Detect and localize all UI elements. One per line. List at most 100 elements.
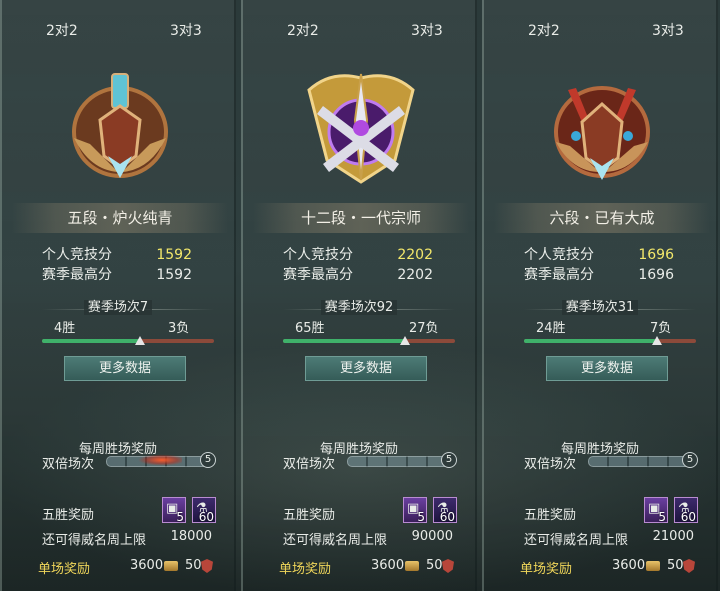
rank-banner: 六段・已有大成 bbox=[494, 203, 710, 233]
tab-3v3[interactable]: 3对3 bbox=[411, 20, 443, 40]
win-ratio-fill bbox=[283, 339, 405, 343]
reward-chest-icon[interactable]: ▣ 5 bbox=[403, 497, 427, 524]
personal-score-row: 个人竞技分 1592 bbox=[42, 245, 192, 265]
tab-2v2[interactable]: 2对2 bbox=[287, 20, 319, 40]
rank-banner: 五段・炉火纯青 bbox=[12, 203, 228, 233]
season-matches: 赛季场次31 bbox=[484, 299, 716, 317]
rank-name: 五段・炉火纯青 bbox=[67, 209, 173, 227]
reward-potion-count: 60 bbox=[680, 510, 696, 524]
wins-count: 4胜 bbox=[54, 321, 76, 336]
losses-count: 27负 bbox=[409, 321, 439, 336]
win-ratio-fill bbox=[524, 339, 658, 343]
wins-count: 24胜 bbox=[536, 321, 566, 336]
double-active-flame-icon bbox=[122, 452, 182, 468]
reward-potion-icon[interactable]: ⚗ 60 bbox=[674, 497, 698, 524]
double-matches-label: 双倍场次 bbox=[42, 457, 95, 472]
season-matches: 赛季场次92 bbox=[243, 299, 475, 317]
reward-potion-icon[interactable]: ⚗ 60 bbox=[433, 497, 457, 524]
double-matches-label: 双倍场次 bbox=[524, 457, 577, 472]
personal-score-row: 个人竞技分 1696 bbox=[524, 245, 674, 265]
mode-tabs: 2对2 3对3 bbox=[484, 20, 716, 42]
tab-3v3[interactable]: 3对3 bbox=[652, 20, 684, 40]
personal-score-label: 个人竞技分 bbox=[283, 247, 353, 263]
tab-3v3[interactable]: 3对3 bbox=[170, 20, 202, 40]
five-win-reward-label: 五胜奖励 bbox=[524, 508, 577, 523]
personal-score-row: 个人竞技分 2202 bbox=[283, 245, 433, 265]
rank-emblem-icon bbox=[542, 60, 662, 190]
single-reward-label: 单场奖励 bbox=[38, 562, 91, 577]
weekly-reward-title: 每周胜场奖励 bbox=[560, 442, 639, 457]
season-high-label: 赛季最高分 bbox=[283, 267, 353, 283]
reward-chest-count: 5 bbox=[176, 510, 184, 524]
single-honor-value: 50 bbox=[185, 558, 202, 573]
gold-ingot-icon bbox=[164, 561, 178, 571]
mode-tabs: 2对2 3对3 bbox=[2, 20, 234, 42]
rank-panel-1: 2对2 3对3 五段・炉火纯青 个人竞技分 1592 赛季最高分 1592 赛季… bbox=[0, 0, 236, 591]
rank-banner: 十二段・一代宗师 bbox=[253, 203, 469, 233]
reward-potion-icon[interactable]: ⚗ 60 bbox=[192, 497, 216, 524]
double-matches-track bbox=[347, 456, 451, 467]
gold-ingot-icon bbox=[405, 561, 419, 571]
more-data-button[interactable]: 更多数据 bbox=[546, 356, 668, 381]
season-matches: 赛季场次7 bbox=[2, 299, 234, 317]
rank-emblem-icon bbox=[60, 60, 180, 190]
rank-panel-2: 2对2 3对3 十二段・一代宗师 个人竞技分 2202 赛季最高分 2202 赛… bbox=[241, 0, 477, 591]
rank-name: 六段・已有大成 bbox=[549, 209, 655, 227]
weekly-cap-label: 还可得威名周上限 bbox=[524, 533, 629, 548]
win-loss-bar bbox=[524, 336, 696, 345]
single-gold-value: 3600 bbox=[371, 558, 405, 573]
personal-score-value: 2202 bbox=[397, 247, 433, 263]
double-matches-track bbox=[588, 456, 692, 467]
double-matches-count: 5 bbox=[200, 452, 216, 468]
weekly-cap-value: 21000 bbox=[652, 529, 694, 544]
mode-tabs: 2对2 3对3 bbox=[243, 20, 475, 42]
reward-chest-count: 5 bbox=[417, 510, 425, 524]
rank-name: 十二段・一代宗师 bbox=[300, 209, 421, 227]
single-reward-label: 单场奖励 bbox=[279, 562, 332, 577]
single-reward-label: 单场奖励 bbox=[520, 562, 573, 577]
five-win-reward-label: 五胜奖励 bbox=[42, 508, 95, 523]
season-matches-text: 赛季场次31 bbox=[561, 300, 639, 315]
reward-potion-count: 60 bbox=[198, 510, 214, 524]
tab-2v2[interactable]: 2对2 bbox=[46, 20, 78, 40]
reward-chest-icon[interactable]: ▣ 5 bbox=[162, 497, 186, 524]
season-matches-text: 赛季场次7 bbox=[83, 300, 153, 315]
tab-2v2[interactable]: 2对2 bbox=[528, 20, 560, 40]
weekly-reward-title: 每周胜场奖励 bbox=[319, 442, 398, 457]
season-high-value: 2202 bbox=[397, 267, 433, 283]
season-matches-text: 赛季场次92 bbox=[320, 300, 398, 315]
more-data-button[interactable]: 更多数据 bbox=[64, 356, 186, 381]
double-matches-label: 双倍场次 bbox=[283, 457, 336, 472]
single-honor-value: 50 bbox=[426, 558, 443, 573]
losses-count: 3负 bbox=[168, 321, 190, 336]
honor-shield-icon bbox=[442, 559, 454, 573]
win-ratio-marker-icon bbox=[135, 336, 146, 345]
honor-shield-icon bbox=[683, 559, 695, 573]
win-ratio-fill bbox=[42, 339, 141, 343]
win-ratio-marker-icon bbox=[399, 336, 410, 345]
rank-panel-3: 2对2 3对3 六段・已有大成 个人竞技分 1696 赛季最高分 1696 赛季… bbox=[482, 0, 718, 591]
season-high-row: 赛季最高分 2202 bbox=[283, 265, 433, 285]
single-gold-value: 3600 bbox=[612, 558, 646, 573]
reward-chest-icon[interactable]: ▣ 5 bbox=[644, 497, 668, 524]
season-high-value: 1592 bbox=[156, 267, 192, 283]
honor-shield-icon bbox=[201, 559, 213, 573]
season-high-label: 赛季最高分 bbox=[42, 267, 112, 283]
win-ratio-marker-icon bbox=[652, 336, 663, 345]
five-win-reward-label: 五胜奖励 bbox=[283, 508, 336, 523]
win-loss-bar bbox=[42, 336, 214, 345]
season-high-value: 1696 bbox=[638, 267, 674, 283]
single-honor-value: 50 bbox=[667, 558, 684, 573]
losses-count: 7负 bbox=[650, 321, 672, 336]
weekly-cap-label: 还可得威名周上限 bbox=[283, 533, 388, 548]
weekly-cap-label: 还可得威名周上限 bbox=[42, 533, 147, 548]
single-gold-value: 3600 bbox=[130, 558, 164, 573]
wins-count: 65胜 bbox=[295, 321, 325, 336]
season-high-row: 赛季最高分 1696 bbox=[524, 265, 674, 285]
ranked-arena-screen: 2对2 3对3 五段・炉火纯青 个人竞技分 1592 赛季最高分 1592 赛季… bbox=[0, 0, 720, 591]
more-data-button[interactable]: 更多数据 bbox=[305, 356, 427, 381]
season-high-label: 赛季最高分 bbox=[524, 267, 594, 283]
reward-chest-count: 5 bbox=[658, 510, 666, 524]
double-matches-count: 5 bbox=[441, 452, 457, 468]
weekly-cap-value: 18000 bbox=[170, 529, 212, 544]
